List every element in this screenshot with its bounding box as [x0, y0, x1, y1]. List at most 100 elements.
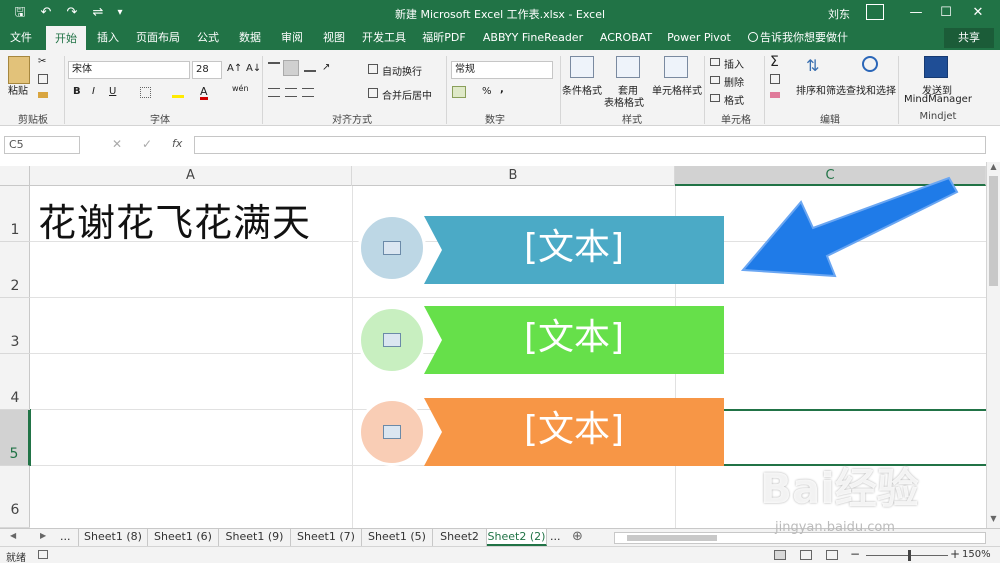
phonetic-button[interactable]: wén	[232, 84, 249, 93]
add-sheet-button[interactable]: ⊕	[572, 529, 583, 544]
tab-home[interactable]: 开始	[46, 26, 86, 50]
insert-function-icon[interactable]: fx	[172, 137, 182, 150]
row-header-5[interactable]: 5	[0, 410, 30, 466]
top-align-icon[interactable]	[268, 62, 280, 72]
image-placeholder-3[interactable]	[358, 398, 426, 466]
fill-icon[interactable]	[770, 74, 780, 84]
fill-color-icon[interactable]	[172, 88, 184, 98]
cancel-icon[interactable]: ✕	[112, 137, 122, 151]
sheet-more-left[interactable]: ...	[60, 530, 71, 543]
sheet-tab[interactable]: Sheet1 (8)	[78, 529, 148, 546]
align-left-icon[interactable]	[268, 88, 280, 97]
row-header-6[interactable]: 6	[0, 466, 30, 528]
find-select-button[interactable]: 查找和选择	[846, 82, 896, 97]
normal-view-icon[interactable]	[774, 550, 786, 560]
mindmanager-icon[interactable]	[924, 56, 948, 78]
sheet-tab[interactable]: Sheet1 (9)	[219, 529, 291, 546]
user-name[interactable]: 刘东	[828, 6, 850, 22]
insert-cells-button[interactable]: 插入	[724, 56, 744, 71]
shrink-font-button[interactable]: A↓	[246, 63, 261, 74]
zoom-in-button[interactable]: +	[950, 547, 960, 561]
border-icon[interactable]	[140, 87, 151, 98]
image-placeholder-1[interactable]	[358, 214, 426, 282]
wrap-text-icon[interactable]	[368, 64, 378, 74]
tab-foxit-pdf[interactable]: 福昕PDF	[418, 26, 470, 50]
zoom-out-button[interactable]: −	[850, 547, 860, 561]
row-header-1[interactable]: 1	[0, 186, 30, 242]
sheet-more-right[interactable]: ...	[550, 530, 561, 543]
row-header-3[interactable]: 3	[0, 298, 30, 354]
send-label2[interactable]: MindManager	[904, 94, 972, 105]
percent-button[interactable]: %	[482, 86, 492, 97]
sheet-tab[interactable]: Sheet1 (6)	[148, 529, 219, 546]
sheet-tab[interactable]: Sheet2	[433, 529, 487, 546]
merge-center-icon[interactable]	[368, 88, 378, 98]
format-painter-icon[interactable]	[38, 92, 48, 98]
align-right-icon[interactable]	[302, 88, 314, 97]
row-header-2[interactable]: 2	[0, 242, 30, 298]
sheet-tab-active[interactable]: Sheet2 (2)	[487, 529, 547, 546]
merge-center-button[interactable]: 合并后居中	[382, 87, 432, 102]
insert-cells-icon[interactable]	[710, 58, 720, 66]
sheet-prev-icon[interactable]: ◀	[10, 531, 16, 540]
smartart-item-3[interactable]: [文本]	[358, 396, 726, 468]
font-size-select[interactable]: 28	[192, 61, 222, 79]
tab-developer[interactable]: 开发工具	[358, 26, 410, 50]
bottom-align-icon[interactable]	[304, 62, 316, 72]
tab-review[interactable]: 审阅	[274, 26, 310, 50]
tab-data[interactable]: 数据	[232, 26, 268, 50]
middle-align-icon[interactable]	[283, 60, 299, 76]
tab-insert[interactable]: 插入	[90, 26, 126, 50]
scroll-down-icon[interactable]: ▼	[987, 514, 1000, 526]
tab-abbyy[interactable]: ABBYY FineReader 12	[478, 26, 588, 68]
tab-view[interactable]: 视图	[316, 26, 352, 50]
scroll-thumb[interactable]	[989, 176, 998, 286]
tab-power-pivot[interactable]: Power Pivot	[664, 26, 734, 50]
find-select-icon[interactable]	[862, 56, 878, 72]
page-layout-view-icon[interactable]	[800, 550, 812, 560]
paste-label[interactable]: 粘贴	[8, 82, 28, 97]
h-scroll-thumb[interactable]	[627, 535, 717, 541]
cell-styles-icon[interactable]	[664, 56, 688, 78]
sheet-tab[interactable]: Sheet1 (5)	[362, 529, 433, 546]
select-all-corner[interactable]	[0, 166, 30, 186]
ribbon-display-icon[interactable]	[866, 4, 884, 20]
tell-me-box[interactable]: 告诉我你想要做什么	[760, 26, 856, 68]
enter-icon[interactable]: ✓	[142, 137, 152, 151]
bold-button[interactable]: B	[73, 86, 81, 97]
font-name-select[interactable]: 宋体	[68, 61, 190, 79]
wrap-text-button[interactable]: 自动换行	[382, 63, 422, 78]
copy-icon[interactable]	[38, 74, 48, 84]
smartart-text-box-1[interactable]: [文本]	[424, 216, 724, 284]
format-cells-button[interactable]: 格式	[724, 92, 744, 107]
smartart-text-box-3[interactable]: [文本]	[424, 398, 724, 466]
format-cells-icon[interactable]	[710, 94, 720, 102]
zoom-level[interactable]: 150%	[962, 549, 991, 560]
number-format-select[interactable]: 常规	[451, 61, 553, 79]
clear-icon[interactable]	[770, 92, 780, 98]
tab-formulas[interactable]: 公式	[190, 26, 226, 50]
zoom-slider[interactable]	[866, 555, 948, 556]
name-box[interactable]: C5	[4, 136, 80, 154]
underline-button[interactable]: U	[109, 86, 116, 97]
zoom-slider-thumb[interactable]	[908, 550, 911, 561]
italic-button[interactable]: I	[92, 86, 95, 97]
format-table-label2[interactable]: 表格格式	[604, 94, 644, 109]
minimize-button[interactable]: —	[906, 4, 926, 22]
conditional-format-button[interactable]: 条件格式	[562, 82, 602, 97]
cut-icon[interactable]: ✂	[38, 56, 46, 67]
smartart-item-1[interactable]: [文本]	[358, 212, 726, 284]
share-button[interactable]: 共享	[944, 28, 994, 48]
vertical-scrollbar[interactable]: ▲ ▼	[986, 162, 1000, 528]
autosum-icon[interactable]: Σ	[770, 54, 779, 70]
tab-page-layout[interactable]: 页面布局	[132, 26, 184, 50]
paste-icon[interactable]	[8, 56, 30, 84]
delete-cells-button[interactable]: 删除	[724, 74, 744, 89]
sheet-tab[interactable]: Sheet1 (7)	[291, 529, 362, 546]
sheet-next-icon[interactable]: ▶	[40, 531, 46, 540]
scroll-up-icon[interactable]: ▲	[987, 162, 1000, 174]
smartart-graphic[interactable]: [文本] [文本] [文本]	[358, 212, 726, 468]
tab-acrobat[interactable]: ACROBAT	[596, 26, 656, 50]
currency-icon[interactable]	[452, 86, 466, 98]
delete-cells-icon[interactable]	[710, 76, 720, 84]
